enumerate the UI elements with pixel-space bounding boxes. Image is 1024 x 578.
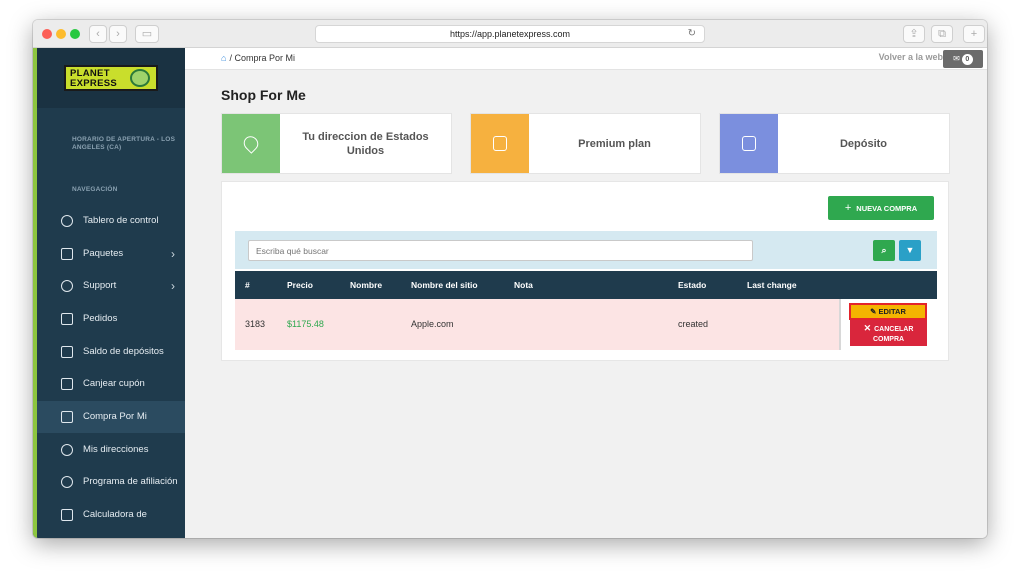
sidebar-item-addresses[interactable]: Mis direcciones (37, 434, 185, 466)
forward-arrow-icon[interactable]: › (109, 25, 127, 43)
card-deposit[interactable]: Depósito (719, 113, 950, 174)
search-strip: ⌕ ▼ (235, 231, 937, 269)
chevron-right-icon: › (171, 279, 175, 293)
sidebar: PLANET EXPRESS HORARIO DE APERTURA - LOS… (33, 48, 185, 538)
clipboard-icon (471, 114, 529, 173)
search-icon: ⌕ (881, 245, 887, 255)
package-icon (61, 248, 73, 260)
edit-button[interactable]: ✎ EDITAR (849, 303, 927, 320)
url-text: https://app.planetexpress.com (449, 29, 571, 39)
shopping-bag-icon (61, 411, 73, 423)
browser-window: ‹ › ▭ https://app.planetexpress.com ↻ ⇪ … (33, 20, 987, 538)
chevron-right-icon: › (171, 247, 175, 261)
column-header-id: # (245, 280, 250, 290)
maximize-window-button[interactable] (70, 29, 80, 39)
cell-id: 3183 (245, 319, 266, 329)
cell-site: Apple.com (411, 319, 454, 329)
coupon-icon (61, 378, 73, 390)
opening-hours-label: HORARIO DE APERTURA - LOS ANGELES (CA) (72, 136, 176, 151)
filter-icon: ▼ (905, 245, 915, 255)
back-to-website-link[interactable]: Volver a la web (879, 52, 943, 62)
breadcrumb: ⌂ / Compra Por Mi (221, 53, 295, 63)
sidebar-item-packages[interactable]: Paquetes › (37, 238, 185, 270)
gauge-icon (61, 215, 73, 227)
tabs-overview-icon[interactable]: ⧉ (931, 25, 953, 43)
main-content: ⌂ / Compra Por Mi Volver a la web ✉ 0 Shop… (185, 48, 987, 538)
orders-icon (61, 313, 73, 325)
column-header-name: Nombre (350, 280, 383, 290)
pencil-icon: ✎ (870, 307, 879, 316)
close-window-button[interactable] (42, 29, 52, 39)
column-header-site: Nombre del sitio (411, 280, 478, 290)
column-header-status: Estado (678, 280, 707, 290)
top-bar: ⌂ / Compra Por Mi Volver a la web ✉ 0 (185, 48, 987, 70)
sidebar-item-affiliate[interactable]: Programa de afiliación (37, 466, 185, 498)
new-purchase-button[interactable]: + NUEVA COMPRA (828, 196, 934, 220)
search-button[interactable]: ⌕ (873, 240, 895, 261)
share-icon[interactable]: ⇪ (903, 25, 925, 43)
deposit-box-icon (720, 114, 778, 173)
message-count-badge: 0 (961, 54, 973, 65)
cancel-purchase-button[interactable]: ✕ CANCELAR COMPRA (850, 320, 927, 346)
planet-express-logo[interactable]: PLANET EXPRESS (64, 65, 158, 91)
support-icon (61, 280, 73, 292)
column-header-note: Nota (514, 280, 533, 290)
close-icon: ✕ (863, 323, 872, 333)
sidebar-item-calculator[interactable]: Calculadora de (37, 499, 185, 531)
browser-toolbar: ‹ › ▭ https://app.planetexpress.com ↻ ⇪ … (33, 20, 987, 48)
search-input[interactable] (248, 240, 753, 261)
filter-button[interactable]: ▼ (899, 240, 921, 261)
cell-price: $1175.48 (287, 319, 324, 329)
calculator-icon (61, 509, 73, 521)
logo-area: PLANET EXPRESS (37, 48, 185, 108)
location-pin-icon (222, 114, 280, 173)
minimize-window-button[interactable] (56, 29, 66, 39)
sidebar-item-deposits[interactable]: Saldo de depósitos (37, 336, 185, 368)
column-header-price: Precio (287, 280, 313, 290)
sidebar-item-coupon[interactable]: Canjear cupón (37, 368, 185, 400)
sidebar-item-orders[interactable]: Pedidos (37, 303, 185, 335)
sidebar-item-shop-for-me[interactable]: Compra Por Mi (37, 401, 185, 433)
globe-icon (130, 69, 150, 87)
back-arrow-icon[interactable]: ‹ (89, 25, 107, 43)
page-title: Shop For Me (221, 87, 306, 103)
table-row[interactable]: 3183 $1175.48 Apple.com created (235, 299, 839, 350)
purchases-panel: +NUEVA COMPRA ⌕ ▼ # Precio Nombre Nombre… (221, 181, 949, 361)
new-tab-icon[interactable]: + (963, 25, 985, 43)
address-bar[interactable]: https://app.planetexpress.com ↻ (315, 25, 705, 43)
card-premium-plan[interactable]: Premium plan (470, 113, 701, 174)
plus-icon: + (844, 202, 852, 214)
messages-button[interactable]: ✉ 0 (943, 50, 983, 68)
affiliate-icon (61, 476, 73, 488)
deposit-icon (61, 346, 73, 358)
location-pin-icon (61, 444, 73, 456)
envelope-icon: ✉ (953, 54, 960, 63)
sidebar-toggle-icon[interactable]: ▭ (135, 25, 159, 43)
sidebar-item-dashboard[interactable]: Tablero de control (37, 205, 185, 237)
cell-status: created (678, 319, 709, 329)
navigation-label: NAVEGACIÓN (72, 186, 118, 193)
reload-icon[interactable]: ↻ (688, 26, 696, 42)
column-header-last-change: Last change (747, 280, 797, 290)
row-actions: ✎ EDITAR ✕ CANCELAR COMPRA (839, 299, 937, 350)
table-header: # Precio Nombre Nombre del sitio Nota Es… (235, 271, 937, 299)
home-icon[interactable]: ⌂ (221, 53, 226, 63)
sidebar-item-support[interactable]: Support › (37, 270, 185, 302)
card-us-address[interactable]: Tu direccion de Estados Unidos (221, 113, 452, 174)
